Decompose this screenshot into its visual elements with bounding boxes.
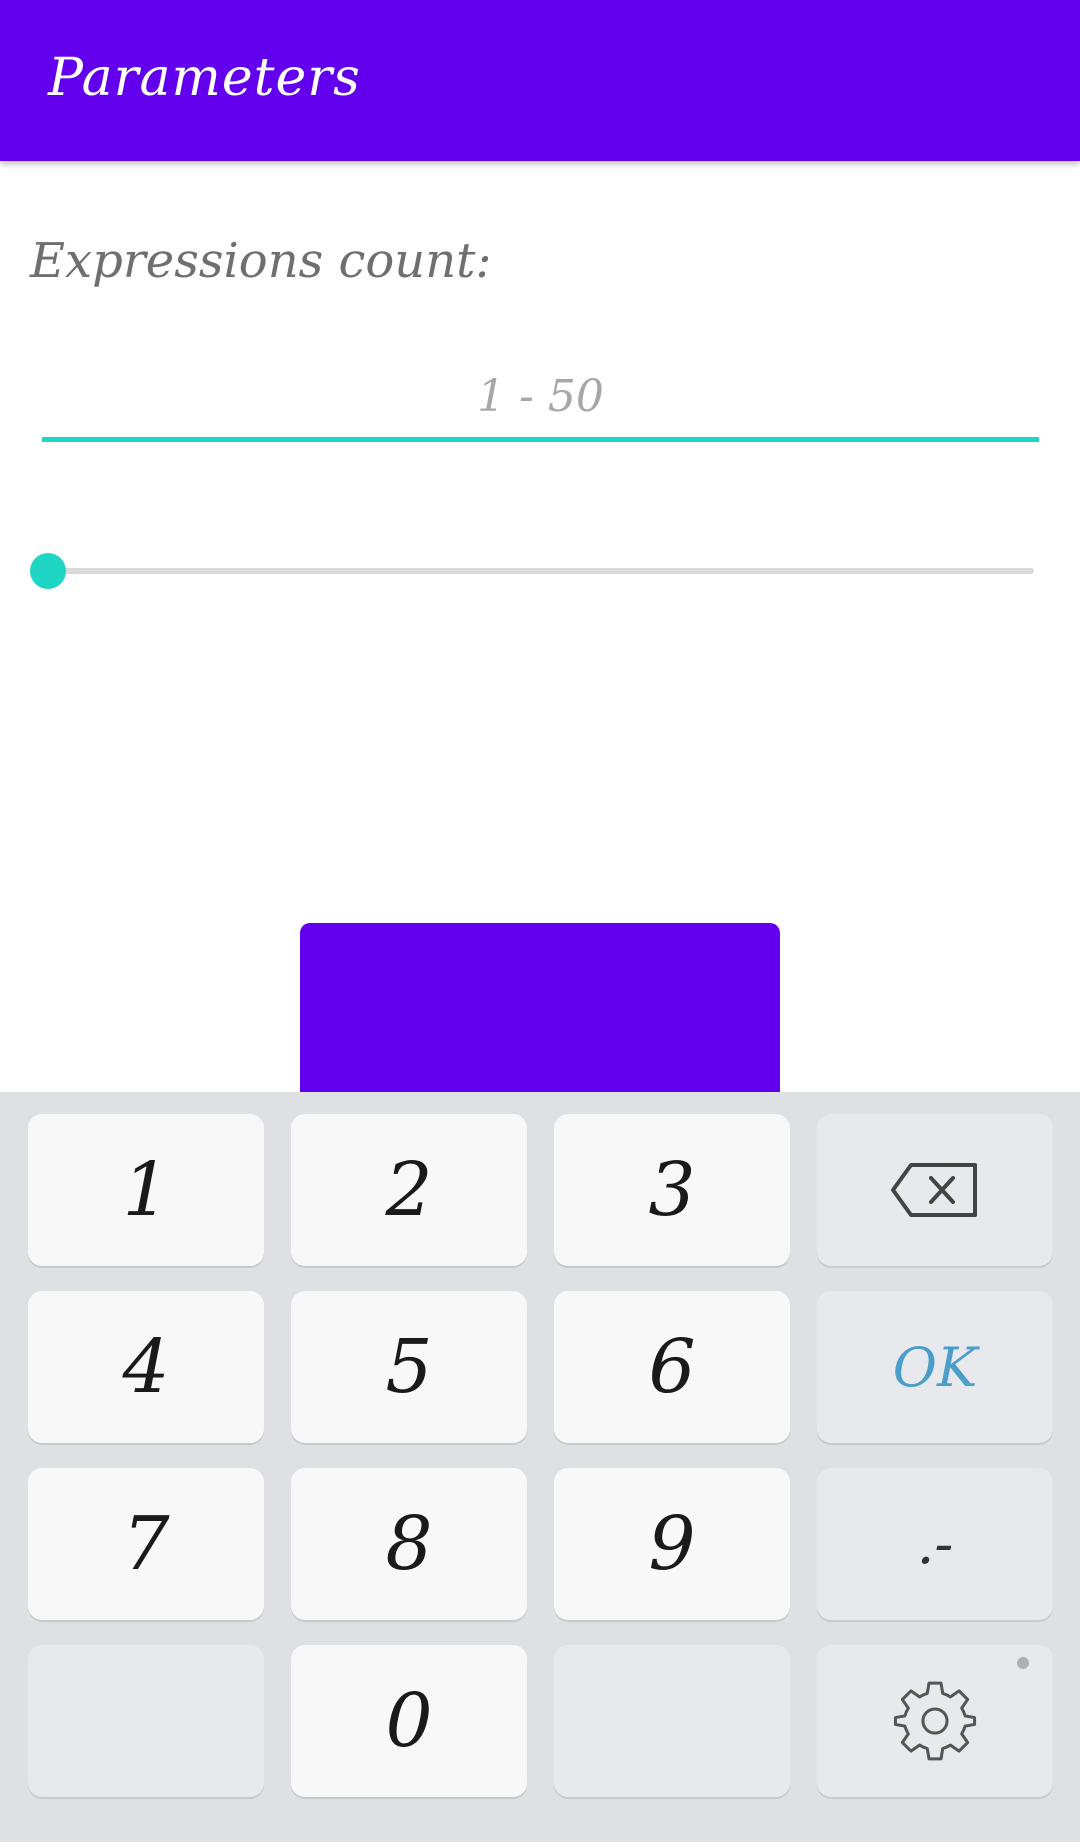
numeric-keyboard: 1 2 3 4 5 6 OK 7 8 9 .- 0 <box>0 1092 1080 1842</box>
slider-track[interactable] <box>48 568 1034 574</box>
primary-action-button[interactable] <box>300 923 780 1093</box>
key-5[interactable]: 5 <box>291 1291 527 1443</box>
key-1[interactable]: 1 <box>28 1114 264 1266</box>
key-6[interactable]: 6 <box>554 1291 790 1443</box>
expressions-count-label: Expressions count: <box>30 233 492 289</box>
key-2[interactable]: 2 <box>291 1114 527 1266</box>
key-4[interactable]: 4 <box>28 1291 264 1443</box>
expressions-count-slider[interactable] <box>28 541 1034 601</box>
expressions-count-input[interactable] <box>42 356 1039 442</box>
parameters-form: Expressions count: <box>0 161 1080 1093</box>
slider-thumb[interactable] <box>30 553 66 589</box>
key-0[interactable]: 0 <box>291 1645 527 1797</box>
key-7[interactable]: 7 <box>28 1468 264 1620</box>
empty-key-right <box>554 1645 790 1797</box>
indicator-dot <box>1017 1657 1029 1669</box>
backspace-key[interactable] <box>817 1114 1053 1266</box>
gear-icon <box>893 1681 977 1761</box>
backspace-icon <box>891 1163 977 1217</box>
key-9[interactable]: 9 <box>554 1468 790 1620</box>
app-bar: Parameters <box>0 0 1080 161</box>
key-8[interactable]: 8 <box>291 1468 527 1620</box>
settings-key[interactable] <box>817 1645 1053 1797</box>
key-3[interactable]: 3 <box>554 1114 790 1266</box>
punctuation-key[interactable]: .- <box>817 1468 1053 1620</box>
empty-key-left <box>28 1645 264 1797</box>
ok-key[interactable]: OK <box>817 1291 1053 1443</box>
page-title: Parameters <box>48 48 361 108</box>
